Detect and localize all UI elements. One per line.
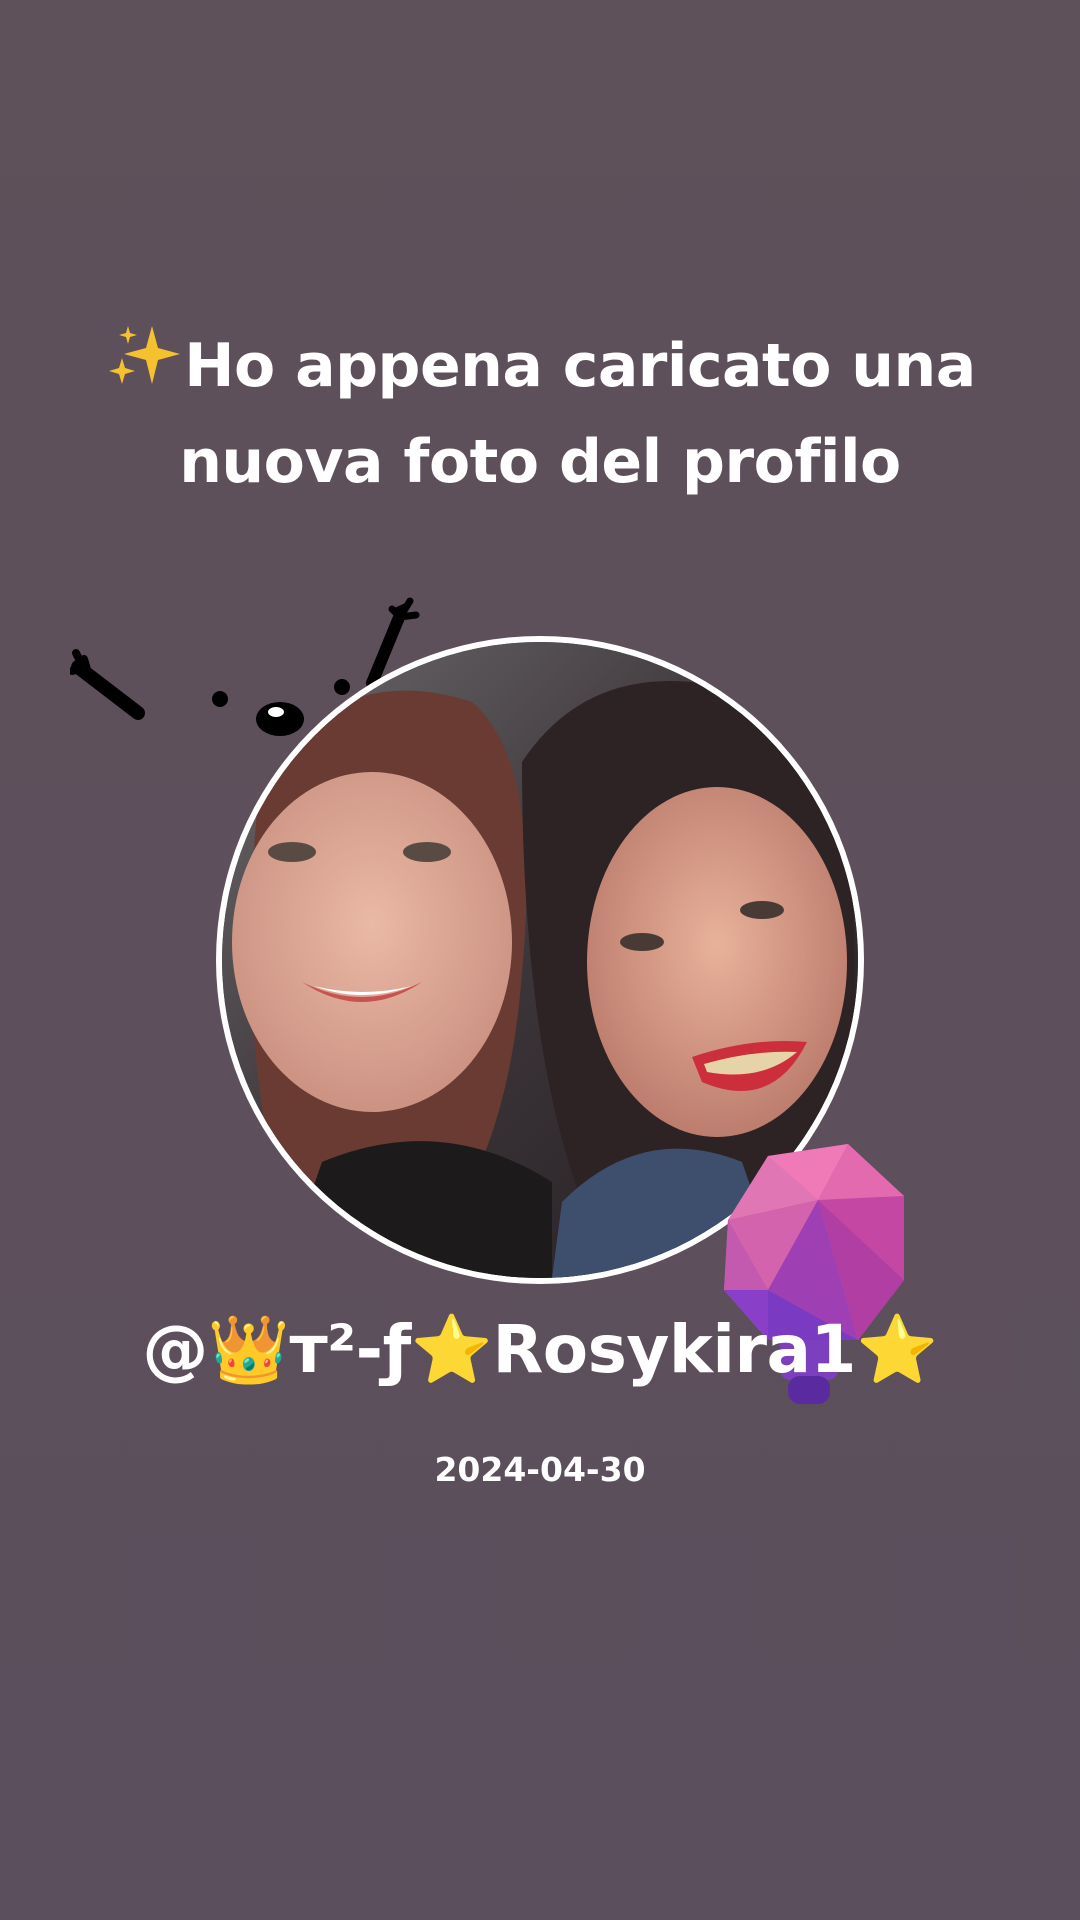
upload-date: 2024-04-30 (434, 1450, 646, 1489)
sparkles-icon (104, 322, 184, 392)
username: @👑ᴛ²-ƒ⭐Rosykira1⭐ (142, 1311, 938, 1388)
headline-line-1: Ho appena caricato una (184, 331, 976, 401)
screen: Ho appena caricato una nuova foto del pr… (0, 0, 1080, 1920)
headline: Ho appena caricato una nuova foto del pr… (60, 318, 1020, 510)
headline-line-2: nuova foto del profilo (179, 427, 901, 497)
